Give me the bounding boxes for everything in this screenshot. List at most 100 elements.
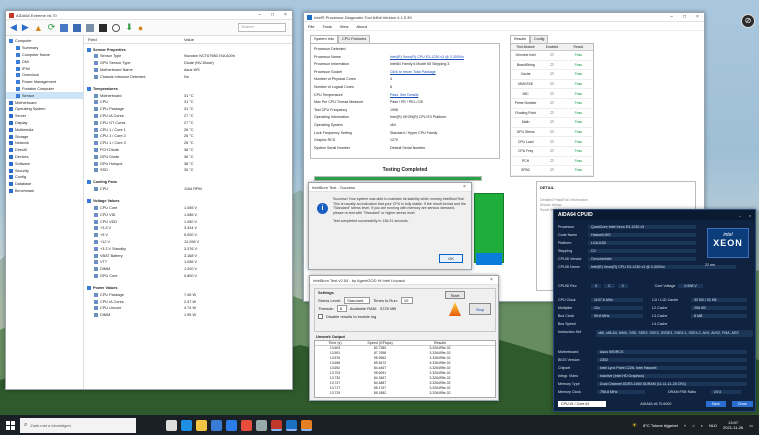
maximize-button[interactable]: □ (266, 12, 279, 18)
weather-text[interactable]: 8°C Tolone bijgehet (643, 423, 678, 428)
volume-icon[interactable]: ◖ (701, 423, 703, 428)
result-enabled-checkbox[interactable]: ☑ (540, 82, 563, 86)
result-enabled-checkbox[interactable]: ☑ (540, 72, 563, 76)
sensor-row[interactable]: CPU Uncore 4.74 W (84, 305, 292, 312)
taskbar-mail-icon[interactable] (226, 419, 237, 431)
cpuid-close-button[interactable]: × (745, 213, 755, 218)
tree-item[interactable]: Computer Name (6, 52, 83, 59)
taskbar-intelburn-icon[interactable] (301, 419, 312, 431)
sensor-row[interactable]: Sensor Type Nuvoton NCT6798D ISA A00h (84, 53, 292, 60)
sensor-row[interactable]: CPU VDD 1.050 V (84, 218, 292, 225)
threads-input[interactable]: 8 (336, 304, 347, 312)
tree-item[interactable]: Devices (6, 154, 83, 161)
menu-item[interactable]: View (340, 24, 349, 29)
tree-item[interactable]: Portable Computer (6, 86, 83, 93)
tree-item[interactable]: Summary (6, 45, 83, 52)
sensor-row[interactable]: CPU IA Cores 27 °C (84, 113, 292, 120)
computer-icon[interactable] (73, 23, 82, 32)
results-col-header[interactable]: Enabled (540, 44, 563, 50)
result-enabled-checkbox[interactable]: ☑ (540, 140, 563, 144)
back-icon[interactable]: ◀ (10, 22, 17, 33)
tree-item[interactable]: DMI (6, 58, 83, 65)
user-icon[interactable]: ● (138, 23, 143, 33)
taskbar-chrome-icon[interactable] (241, 419, 252, 431)
info-value[interactable]: Intel(R) Xeon(R) CPU E3-1230 v3 @ 3.30GH… (390, 55, 464, 63)
taskbar-intel-tool-icon[interactable] (286, 419, 297, 431)
ipdt-tab[interactable]: System Info (310, 35, 339, 43)
ipdt-minimize-button[interactable]: – (665, 14, 678, 20)
ipdt-tab[interactable]: CPU Features (338, 35, 371, 43)
download-icon[interactable]: ⬇ (125, 22, 133, 33)
result-enabled-checkbox[interactable]: ☑ (540, 92, 563, 96)
tree-item[interactable]: Overclock (6, 72, 83, 79)
col-value-header[interactable]: Value (180, 37, 194, 42)
sensor-row[interactable]: CPU Package 31 °C (84, 106, 292, 113)
result-enabled-checkbox[interactable]: ☑ (540, 149, 563, 153)
sensor-row[interactable]: GPU Core 0.800 V (84, 273, 292, 280)
clock[interactable]: 13:07 2021-11-26 (723, 420, 743, 430)
sensor-row[interactable]: CPU 1 / Core 1 26 °C (84, 126, 292, 133)
sensor-row[interactable]: SSD 35 °C (84, 167, 292, 174)
weather-icon[interactable]: ☀ (632, 422, 637, 429)
cpuid-save-button[interactable]: Save (705, 401, 726, 407)
sensor-row[interactable]: CPU Package 7.45 W (84, 291, 292, 298)
taskbar-search[interactable]: ⌕ Zoek met a bevestigen (20, 417, 136, 433)
core-select[interactable]: CPU #1 / Core #1 (558, 401, 606, 407)
results-tab[interactable]: Results (510, 35, 530, 43)
result-enabled-checkbox[interactable]: ☑ (540, 120, 563, 124)
ipdt-maximize-button[interactable]: □ (678, 14, 691, 20)
tree-item[interactable]: Storage (6, 133, 83, 140)
menu-item[interactable]: About (356, 24, 366, 29)
cpuid-close-btn[interactable]: Close (731, 401, 753, 407)
taskbar-settings-icon[interactable] (256, 419, 267, 431)
sensor-row[interactable]: CPU 1164 RPM (84, 186, 292, 193)
sensor-row[interactable]: VTT 1.056 V (84, 259, 292, 266)
sensor-row[interactable]: Motherboard 31 °C (84, 92, 292, 99)
ibt-start-button[interactable]: Start (445, 291, 465, 299)
col-field-header[interactable]: Field (84, 37, 180, 42)
sensor-row[interactable]: CPU VID 1.086 V (84, 211, 292, 218)
sensor-row[interactable]: CPU 1 / Core 2 26 °C (84, 133, 292, 140)
network-icon[interactable]: ⌂ (692, 423, 694, 428)
benchmark-icon[interactable] (99, 23, 108, 32)
dialog-close-button[interactable]: × (458, 184, 471, 190)
sensor-row[interactable]: DIMM 1.200 V (84, 266, 292, 273)
taskbar-task-view-icon[interactable] (166, 419, 177, 431)
result-enabled-checkbox[interactable]: ☑ (540, 159, 563, 163)
sensor-row[interactable]: CPU 1 / Core 3 26 °C (84, 140, 292, 147)
results-col-header[interactable]: Result (564, 44, 593, 50)
tree-item[interactable]: Network (6, 140, 83, 147)
ibt-stop-button[interactable]: Stop (469, 303, 491, 315)
tree-item[interactable]: Operating System (6, 106, 83, 113)
result-enabled-checkbox[interactable]: ☑ (540, 111, 563, 115)
taskbar-edge-icon[interactable] (181, 419, 192, 431)
language-indicator[interactable]: NLD (709, 423, 717, 428)
sensor-row[interactable]: Chassis Intrusion Detected No (84, 73, 292, 80)
sensor-row[interactable]: CPU IA Cores 2.47 W (84, 298, 292, 305)
tree-item[interactable]: Software (6, 160, 83, 167)
report-icon[interactable] (60, 23, 69, 32)
sensor-row[interactable]: GPU Diode 36 °C (84, 153, 292, 160)
tree-item[interactable]: IPMI (6, 65, 83, 72)
tree-item[interactable]: DirectX (6, 147, 83, 154)
sensor-row[interactable]: VBAT Battery 3.168 V (84, 252, 292, 259)
refresh-icon[interactable]: ⟳ (48, 22, 56, 33)
sensor-row[interactable]: CPU Core 1.065 V (84, 205, 292, 212)
ipdt-close-button[interactable]: × (691, 14, 704, 20)
sensor-row[interactable]: DIMM 1.95 W (84, 312, 292, 319)
ibt-close-button[interactable]: × (485, 277, 498, 283)
search-input[interactable]: Search (238, 23, 286, 32)
result-enabled-checkbox[interactable]: ☑ (540, 101, 563, 105)
tree-item[interactable]: Benchmark (6, 188, 83, 195)
times-input[interactable]: 10 (400, 296, 413, 304)
minimize-button[interactable]: – (253, 12, 266, 18)
taskbar-file-explorer-icon[interactable] (196, 419, 207, 431)
dialog-ok-button[interactable]: OK (439, 254, 463, 263)
log-checkbox[interactable] (318, 313, 323, 319)
tree-item[interactable]: Security (6, 167, 83, 174)
cpuid-minimize-button[interactable]: – (735, 213, 745, 218)
tree-item[interactable]: Multimedia (6, 126, 83, 133)
sensor-row[interactable]: +5 V 5.000 V (84, 232, 292, 239)
tree-item[interactable]: Database (6, 181, 83, 188)
taskbar-store-icon[interactable] (211, 419, 222, 431)
